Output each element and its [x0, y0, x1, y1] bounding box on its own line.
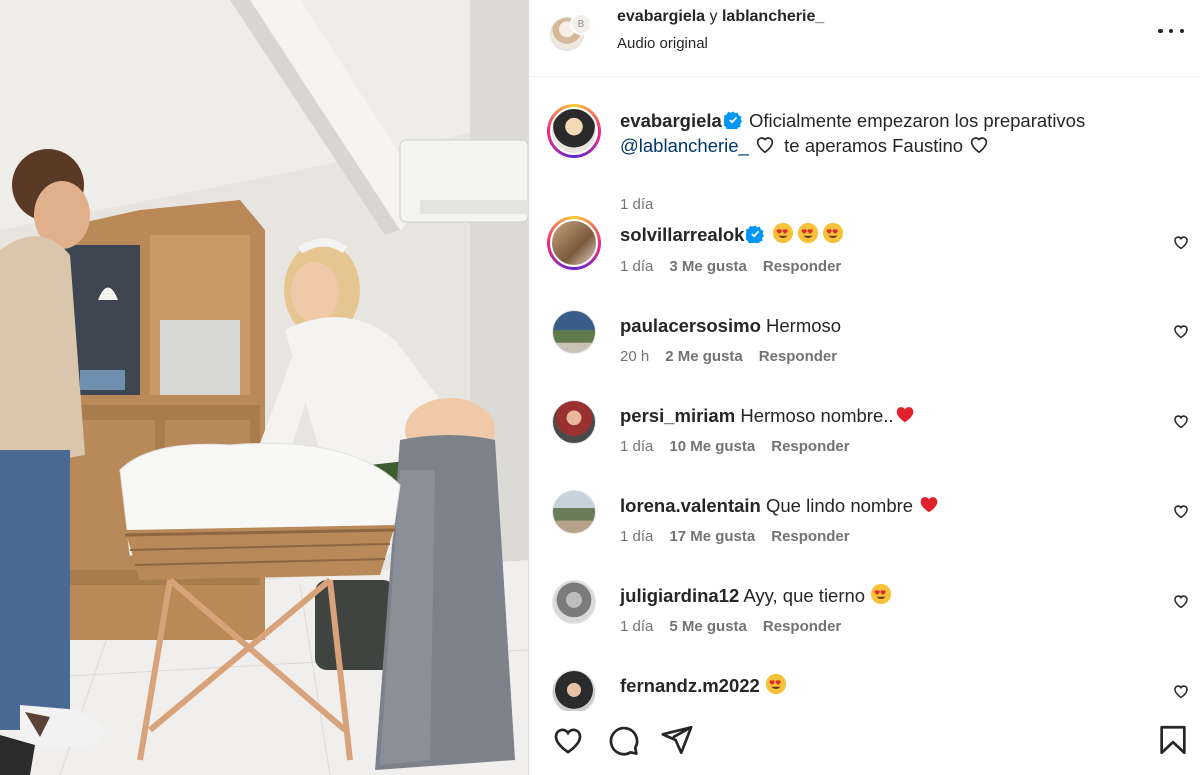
reply-button[interactable]: Responder	[759, 348, 837, 365]
comment-body: Hermoso	[766, 315, 842, 336]
commenter-avatar[interactable]	[547, 216, 601, 270]
post-side-panel: B evabargiela y lablancherie_ Audio orig…	[529, 0, 1200, 775]
red-heart-emoji	[920, 497, 938, 513]
comment-username[interactable]: paulacersosimo	[620, 315, 761, 336]
verified-badge-icon	[746, 225, 765, 243]
video-frame-illustration	[0, 0, 528, 775]
more-options-icon[interactable]	[1158, 26, 1184, 36]
audio-label[interactable]: Audio original	[617, 35, 708, 52]
commenter-avatar[interactable]	[552, 310, 596, 354]
comment-time[interactable]: 20 h	[620, 348, 649, 365]
comment-meta: 20 h 2 Me gusta Responder	[620, 348, 837, 365]
comment-like-icon[interactable]	[1172, 233, 1190, 251]
bookmark-icon[interactable]	[1156, 723, 1190, 757]
caption-line-1: Oficialmente empezaron los preparativos	[748, 110, 1086, 131]
instagram-post-modal: B evabargiela y lablancherie_ Audio orig…	[0, 0, 1200, 775]
comment-text: solvillarrealok	[620, 222, 1150, 247]
post-authors: evabargiela y lablancherie_	[617, 8, 824, 26]
reply-button[interactable]: Responder	[771, 438, 849, 455]
commenter-avatar[interactable]	[552, 670, 596, 711]
white-heart-icon	[756, 137, 774, 154]
reply-button[interactable]: Responder	[763, 618, 841, 635]
comment-text: juligiardina12 Ayy, que tierno	[620, 583, 1150, 608]
comment-username[interactable]: persi_miriam	[620, 405, 735, 426]
authors-connector: y	[709, 8, 718, 25]
comment-likes[interactable]: 5 Me gusta	[669, 618, 747, 635]
comment-item: persi_miriam Hermoso nombre.. 1 día 10 M…	[529, 398, 1200, 468]
comment-like-icon[interactable]	[1172, 322, 1190, 340]
heart-eyes-emoji	[772, 222, 793, 244]
comment-likes[interactable]: 2 Me gusta	[665, 348, 743, 365]
collaborator-logo-letter: B	[577, 18, 585, 30]
comment-item: lorena.valentain Que lindo nombre 1 día …	[529, 488, 1200, 558]
paper-plane-icon[interactable]	[660, 723, 694, 757]
author-username[interactable]: evabargiela	[617, 8, 705, 25]
comment-like-icon[interactable]	[1172, 502, 1190, 520]
comment-like-icon[interactable]	[1172, 412, 1190, 430]
comment-like-icon[interactable]	[1172, 592, 1190, 610]
comment-likes[interactable]: 3 Me gusta	[669, 258, 747, 275]
post-video[interactable]	[0, 0, 528, 775]
red-heart-emoji	[896, 407, 913, 423]
comment-likes[interactable]: 10 Me gusta	[669, 438, 755, 455]
heart-eyes-emoji	[871, 583, 892, 605]
comment-text: paulacersosimo Hermoso	[620, 313, 1150, 338]
comment-meta: 1 día 10 Me gusta Responder	[620, 438, 850, 455]
post-actions-bar	[529, 711, 1200, 775]
comment-item: juligiardina12 Ayy, que tierno 1 día 5 M…	[529, 578, 1200, 648]
caption-avatar[interactable]	[547, 104, 601, 158]
commenter-avatar[interactable]	[552, 580, 596, 624]
comment-time[interactable]: 1 día	[620, 258, 653, 275]
comment-body: Ayy, que tierno	[743, 585, 866, 606]
comment-username[interactable]: juligiardina12	[620, 585, 739, 606]
comment-meta: 1 día 3 Me gusta Responder	[620, 258, 841, 275]
caption-line-2: te aperamos Faustino	[784, 135, 964, 156]
comment-item: paulacersosimo Hermoso 20 h 2 Me gusta R…	[529, 308, 1200, 378]
white-heart-icon	[971, 137, 988, 154]
comment-username[interactable]: lorena.valentain	[620, 495, 761, 516]
comment-item: solvillarrealok 1 día 3 Me gusta Respond…	[529, 216, 1200, 286]
caption-item: evabargiela Oficialmente empezaron los p…	[529, 104, 1200, 213]
reply-button[interactable]: Responder	[771, 528, 849, 545]
comment-item: fernandz.m2022	[529, 668, 1200, 711]
comments-list[interactable]: evabargiela Oficialmente empezaron los p…	[529, 78, 1200, 711]
comment-text: lorena.valentain Que lindo nombre	[620, 493, 1150, 518]
comment-username[interactable]: solvillarrealok	[620, 224, 744, 245]
comment-bubble-icon[interactable]	[606, 723, 640, 757]
collaborator-username[interactable]: lablancherie_	[722, 8, 824, 25]
collaborator-avatar[interactable]: B	[570, 13, 592, 35]
comment-body: Que lindo nombre	[766, 495, 914, 516]
comment-text: persi_miriam Hermoso nombre..	[620, 403, 1150, 428]
commenter-avatar[interactable]	[552, 400, 596, 444]
heart-outline-icon[interactable]	[551, 723, 585, 757]
commenter-avatar[interactable]	[552, 490, 596, 534]
heart-eyes-emoji	[822, 222, 843, 244]
comment-time[interactable]: 1 día	[620, 438, 653, 455]
heart-eyes-emoji	[797, 222, 818, 244]
caption-meta: 1 día	[620, 196, 653, 213]
comment-username[interactable]: fernandz.m2022	[620, 675, 760, 696]
caption-time[interactable]: 1 día	[620, 196, 653, 213]
verified-badge-icon	[723, 111, 742, 129]
comment-body: Hermoso nombre..	[740, 405, 894, 426]
comment-time[interactable]: 1 día	[620, 618, 653, 635]
comment-text: fernandz.m2022	[620, 673, 1150, 698]
caption-username[interactable]: evabargiela	[620, 110, 722, 131]
comment-meta: 1 día 17 Me gusta Responder	[620, 528, 850, 545]
comment-likes[interactable]: 17 Me gusta	[669, 528, 755, 545]
heart-eyes-emoji	[765, 673, 787, 695]
comment-meta: 1 día 5 Me gusta Responder	[620, 618, 841, 635]
reply-button[interactable]: Responder	[763, 258, 841, 275]
comment-time[interactable]: 1 día	[620, 528, 653, 545]
caption-text: evabargiela Oficialmente empezaron los p…	[620, 108, 1150, 158]
caption-mention[interactable]: @lablancherie_	[620, 135, 749, 156]
comment-like-icon[interactable]	[1172, 682, 1190, 700]
post-header: B evabargiela y lablancherie_ Audio orig…	[529, 0, 1200, 77]
